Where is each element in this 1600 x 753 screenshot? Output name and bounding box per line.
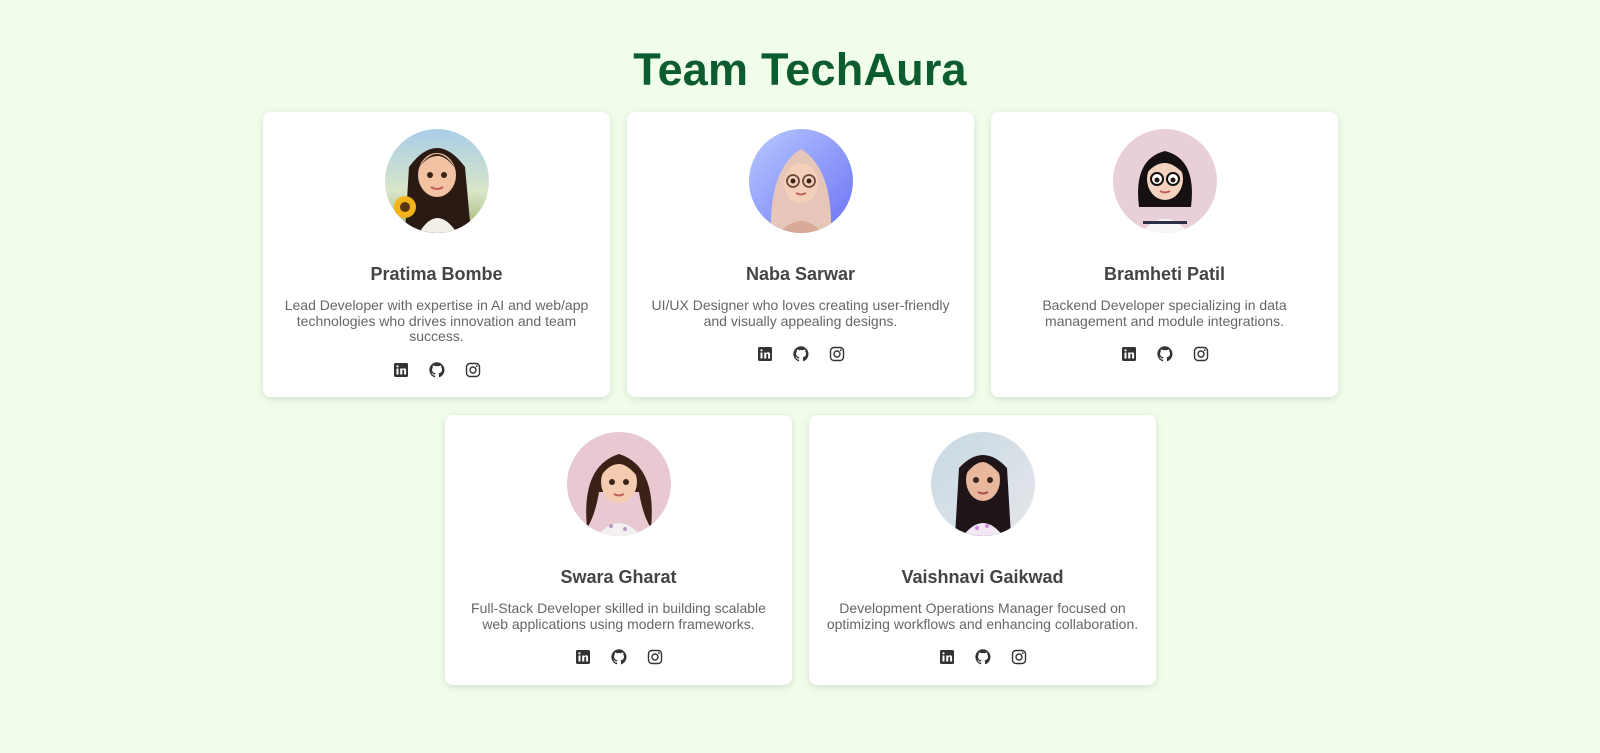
linkedin-icon[interactable] — [575, 649, 591, 665]
linkedin-icon[interactable] — [393, 362, 409, 378]
social-links — [263, 361, 610, 378]
social-links — [809, 649, 1156, 665]
social-links — [991, 346, 1338, 362]
member-bio: Development Operations Manager focused o… — [826, 600, 1139, 632]
linkedin-icon[interactable] — [757, 346, 773, 362]
instagram-icon[interactable] — [647, 649, 663, 665]
instagram-icon[interactable] — [465, 362, 481, 378]
member-name: Vaishnavi Gaikwad — [901, 567, 1064, 587]
social-links — [627, 346, 974, 362]
social-links — [445, 649, 792, 665]
instagram-icon[interactable] — [829, 346, 845, 362]
team-card-bramheti: Bramheti Patil Backend Developer special… — [991, 112, 1338, 397]
member-name: Swara Gharat — [560, 567, 677, 587]
member-bio: UI/UX Designer who loves creating user-f… — [651, 297, 950, 329]
member-name: Naba Sarwar — [745, 264, 856, 284]
github-icon[interactable] — [792, 346, 809, 362]
avatar — [930, 432, 1035, 536]
team-card-naba: Naba Sarwar UI/UX Designer who loves cre… — [627, 112, 974, 397]
github-icon[interactable] — [610, 649, 627, 665]
avatar — [566, 432, 671, 536]
github-icon[interactable] — [428, 361, 445, 378]
member-bio: Lead Developer with expertise in AI and … — [284, 297, 589, 344]
github-icon[interactable] — [1156, 346, 1173, 362]
member-name: Bramheti Patil — [1103, 264, 1226, 284]
github-icon[interactable] — [974, 649, 991, 665]
team-card-pratima: Pratima Bombe Lead Developer with expert… — [263, 112, 610, 397]
team-card-vaishnavi: Vaishnavi Gaikwad Development Operations… — [809, 415, 1156, 685]
member-bio: Full-Stack Developer skilled in building… — [471, 600, 766, 632]
avatar — [748, 129, 853, 233]
avatar — [1112, 129, 1217, 233]
avatar — [384, 129, 489, 233]
instagram-icon[interactable] — [1193, 346, 1209, 362]
linkedin-icon[interactable] — [939, 649, 955, 665]
team-card-swara: Swara Gharat Full-Stack Developer skille… — [445, 415, 792, 685]
member-bio: Backend Developer specializing in data m… — [1042, 297, 1287, 329]
member-name: Pratima Bombe — [370, 264, 503, 284]
instagram-icon[interactable] — [1011, 649, 1027, 665]
linkedin-icon[interactable] — [1121, 346, 1137, 362]
page-title: Team TechAura — [633, 44, 967, 95]
